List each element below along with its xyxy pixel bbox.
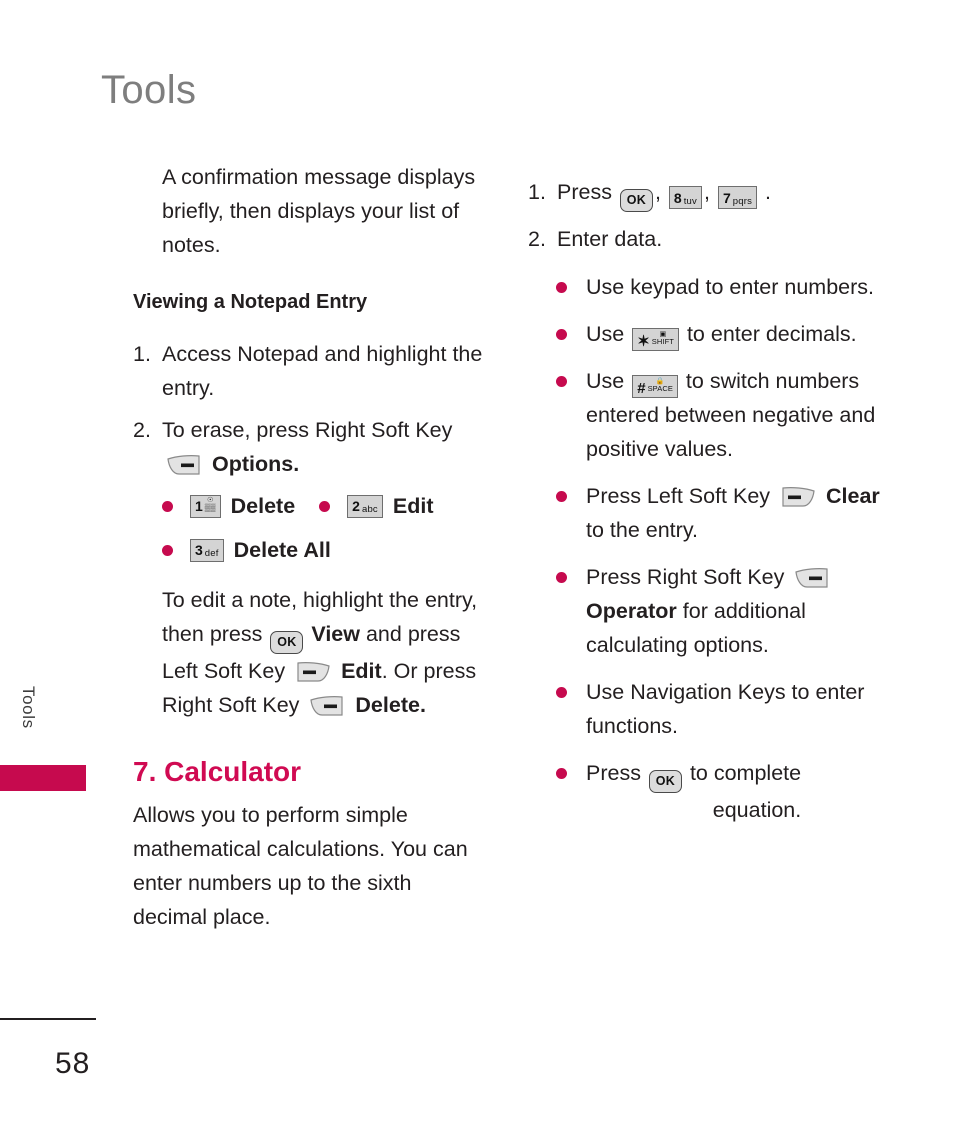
intro-paragraph: A confirmation message displays briefly,… bbox=[162, 165, 476, 257]
left-soft-key-icon bbox=[779, 485, 817, 509]
list-number: 2. bbox=[133, 418, 151, 442]
bullet-row: 1 ☉ ▒▒ Delete 2 abc Edit bbox=[162, 489, 489, 523]
left-soft-key-icon bbox=[294, 660, 332, 684]
bullet-dot-icon bbox=[556, 756, 586, 827]
option-label-delete: Delete bbox=[230, 494, 296, 518]
edit-note-paragraph: To edit a note, highlight the entry, the… bbox=[162, 588, 478, 718]
list-item: 1. Access Notepad and highlight the entr… bbox=[133, 337, 489, 405]
right-soft-key-icon bbox=[308, 694, 346, 718]
page-number: 58 bbox=[55, 1047, 91, 1080]
page-title: Tools bbox=[101, 68, 197, 112]
options-bullet-group: 1 ☉ ▒▒ Delete 2 abc Edit 3 def Delete All bbox=[162, 489, 489, 567]
list-number: 1. bbox=[528, 180, 546, 204]
subheading-viewing-notepad-entry: Viewing a Notepad Entry bbox=[133, 291, 368, 313]
list-item: 2. To erase, press Right Soft Key Option… bbox=[133, 413, 489, 481]
list-item: Press Right Soft Key Operator for additi… bbox=[556, 560, 894, 662]
voicemail-label: ▒▒ bbox=[204, 502, 216, 512]
left-column: A confirmation message displays briefly,… bbox=[133, 160, 489, 934]
option-label-delete-all: Delete All bbox=[233, 538, 331, 562]
bullet-dot-icon bbox=[162, 500, 188, 512]
list-item: Use Navigation Keys to enter functions. bbox=[556, 675, 894, 743]
ok-key-icon: OK bbox=[648, 770, 682, 793]
list-item: Use keypad to enter numbers. bbox=[556, 270, 894, 304]
right-soft-key-icon bbox=[793, 566, 831, 590]
keypad-key-2: 2 abc bbox=[347, 494, 383, 518]
calculator-bullet-list: Use keypad to enter numbers. Use ✶ ▣ SHIFT… bbox=[556, 270, 894, 827]
bullet-dot-icon bbox=[556, 560, 586, 662]
list-text: Use keypad to enter numbers. bbox=[586, 275, 875, 299]
list-text-bold: Options. bbox=[211, 452, 300, 476]
list-item: Press OK to complete equation. bbox=[556, 756, 894, 827]
list-item: 1. Press OK, 8 tuv , 7 pqrs . bbox=[528, 175, 894, 212]
list-number: 1. bbox=[133, 342, 151, 366]
ok-key-icon: OK bbox=[619, 189, 653, 212]
list-text: Use Navigation Keys to enter functions. bbox=[586, 680, 865, 738]
list-item: Use # 🔒 SPACE to switch numbers entered be… bbox=[556, 364, 894, 466]
side-tab-marker bbox=[0, 765, 86, 791]
bullet-dot-icon bbox=[556, 675, 586, 743]
list-text: Access Notepad and highlight the entry. bbox=[162, 342, 483, 400]
list-text: To erase, press Right Soft Key bbox=[162, 418, 453, 442]
section-heading-calculator: 7. Calculator bbox=[133, 756, 302, 787]
keypad-key-8: 8 tuv bbox=[668, 186, 702, 209]
bullet-dot-icon bbox=[556, 479, 586, 547]
pound-key-icon: # 🔒 SPACE bbox=[632, 375, 678, 398]
bullet-row: 3 def Delete All bbox=[162, 533, 489, 567]
ok-key-icon: OK bbox=[270, 631, 304, 654]
star-key-icon: ✶ ▣ SHIFT bbox=[632, 328, 679, 351]
option-label-edit: Edit bbox=[392, 494, 434, 518]
section-paragraph: Allows you to perform simple mathematica… bbox=[133, 803, 468, 929]
list-number: 2. bbox=[528, 227, 546, 251]
footer-divider bbox=[0, 1018, 96, 1020]
bullet-dot-icon bbox=[556, 364, 586, 466]
right-column: 1. Press OK, 8 tuv , 7 pqrs . 2. Enter dat… bbox=[528, 160, 894, 827]
list-item: Press Left Soft Key Clear to the entry. bbox=[556, 479, 894, 547]
list-text: Enter data. bbox=[557, 227, 663, 251]
bullet-dot-icon bbox=[556, 270, 586, 304]
bullet-dot-icon bbox=[162, 544, 188, 556]
list-item: 2. Enter data. bbox=[528, 222, 894, 256]
bullet-dot-icon bbox=[319, 500, 345, 512]
keypad-key-1: 1 ☉ ▒▒ bbox=[190, 494, 221, 518]
right-soft-key-icon bbox=[165, 453, 203, 477]
keypad-key-3: 3 def bbox=[190, 538, 224, 562]
keypad-key-7: 7 pqrs bbox=[717, 186, 758, 209]
list-item: Use ✶ ▣ SHIFT to enter decimals. bbox=[556, 317, 894, 351]
bullet-dot-icon bbox=[556, 317, 586, 351]
equation-text: equation. bbox=[712, 798, 802, 822]
